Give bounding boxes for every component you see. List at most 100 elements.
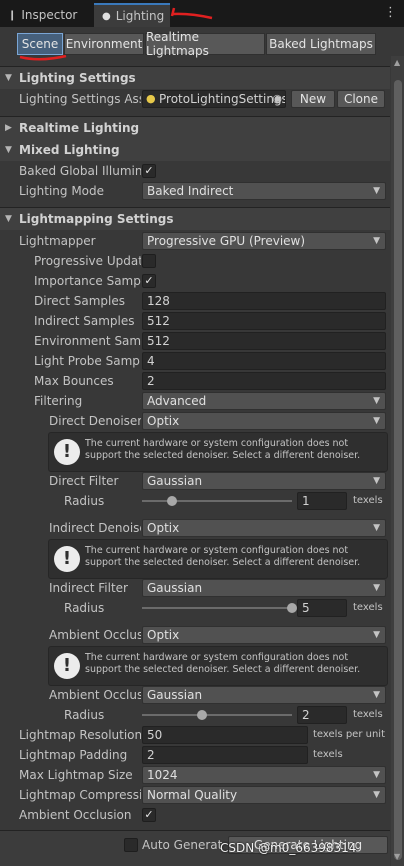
denoiser-warning-text: The current hardware or system configura… — [85, 438, 361, 461]
scroll-up-arrow-icon[interactable]: ▲ — [394, 58, 400, 67]
dropdown-arrow-icon: ▼ — [373, 186, 380, 196]
max-lightmap-size-dropdown[interactable]: 1024 ▼ — [142, 766, 386, 784]
lighting-mode-label: Lighting Mode — [19, 184, 105, 198]
ao-filter-dropdown[interactable]: Gaussian ▼ — [142, 686, 386, 704]
denoiser-warning-text: The current hardware or system configura… — [85, 545, 361, 568]
subtab-environment[interactable]: Environment — [64, 33, 144, 55]
section-mixed-lighting[interactable]: ▼ Mixed Lighting — [0, 139, 390, 161]
indirect-denoiser-label: Indirect Denoiser — [49, 521, 141, 535]
auto-generate-label: Auto Generate — [142, 838, 222, 852]
direct-filter-label: Direct Filter — [49, 474, 119, 488]
denoiser-warning-box: ! The current hardware or system configu… — [48, 539, 388, 579]
direct-filter-dropdown[interactable]: Gaussian ▼ — [142, 472, 386, 490]
dropdown-arrow-icon: ▼ — [373, 396, 380, 406]
indirect-samples-field[interactable]: 512 — [142, 312, 386, 330]
dropdown-arrow-icon: ▼ — [373, 770, 380, 780]
collapsed-triangle-icon: ▶ — [5, 123, 12, 133]
warning-icon: ! — [54, 439, 80, 465]
environment-samples-label: Environment Samples — [34, 334, 141, 348]
subtab-baked-lightmaps[interactable]: Baked Lightmaps — [266, 33, 376, 55]
importance-sampling-checkbox[interactable]: ✓ — [142, 274, 156, 288]
ambient-occlusion-label: Ambient Occlusion — [19, 808, 132, 822]
section-lighting-settings[interactable]: ▼ Lighting Settings — [0, 67, 390, 89]
object-picker-icon[interactable]: ◉ — [272, 91, 282, 107]
indirect-radius-slider-knob[interactable] — [287, 603, 297, 613]
indirect-radius-slider-track[interactable] — [142, 607, 292, 609]
lightmap-padding-unit: texels — [313, 749, 343, 760]
indirect-filter-value: Gaussian — [147, 581, 203, 595]
direct-radius-unit: texels — [353, 495, 383, 506]
max-bounces-field[interactable]: 2 — [142, 372, 386, 390]
direct-denoiser-value: Optix — [147, 414, 180, 428]
indirect-denoiser-value: Optix — [147, 521, 180, 535]
direct-radius-slider-knob[interactable] — [167, 496, 177, 506]
expanded-triangle-icon: ▼ — [5, 214, 12, 224]
lightmapper-dropdown[interactable]: Progressive GPU (Preview) ▼ — [142, 232, 386, 250]
max-bounces-label: Max Bounces — [34, 374, 114, 388]
indirect-samples-label: Indirect Samples — [34, 314, 135, 328]
section-realtime-lighting[interactable]: ▶ Realtime Lighting — [0, 117, 390, 139]
new-button[interactable]: New — [291, 90, 335, 108]
dropdown-arrow-icon: ▼ — [373, 790, 380, 800]
ao-filter-label: Ambient Occlusion Filter — [49, 688, 141, 702]
denoiser-warning-box: ! The current hardware or system configu… — [48, 646, 388, 686]
direct-radius-slider-track[interactable] — [142, 500, 292, 502]
progressive-updates-checkbox[interactable] — [142, 254, 156, 268]
lighting-settings-asset-value: ProtoLightingSettings — [159, 92, 286, 106]
filtering-dropdown[interactable]: Advanced ▼ — [142, 392, 386, 410]
light-probe-samples-field[interactable]: 4 — [142, 352, 386, 370]
dropdown-arrow-icon: ▼ — [373, 630, 380, 640]
direct-filter-value: Gaussian — [147, 474, 203, 488]
light-probe-samples-label: Light Probe Sample Multiplier — [34, 354, 141, 368]
lightmap-padding-label: Lightmap Padding — [19, 748, 128, 762]
direct-radius-field[interactable]: 1 — [297, 492, 347, 510]
filtering-value: Advanced — [147, 394, 207, 408]
section-title: Mixed Lighting — [19, 143, 120, 157]
section-title: Realtime Lighting — [19, 121, 140, 135]
filtering-label: Filtering — [34, 394, 83, 408]
ao-denoiser-dropdown[interactable]: Optix ▼ — [142, 626, 386, 644]
subtab-realtime-lightmaps[interactable]: Realtime Lightmaps — [145, 30, 265, 58]
lightmap-padding-field[interactable]: 2 — [142, 746, 308, 764]
max-lightmap-size-value: 1024 — [147, 768, 178, 782]
dropdown-arrow-icon: ▼ — [373, 416, 380, 426]
environment-samples-field[interactable]: 512 — [142, 332, 386, 350]
ao-radius-slider-knob[interactable] — [197, 710, 207, 720]
ambient-occlusion-checkbox[interactable]: ✓ — [142, 808, 156, 822]
direct-denoiser-dropdown[interactable]: Optix ▼ — [142, 412, 386, 430]
lighting-mode-dropdown[interactable]: Baked Indirect ▼ — [142, 182, 386, 200]
section-title: Lighting Settings — [19, 71, 136, 85]
subtab-baked-label: Baked Lightmaps — [269, 37, 373, 51]
indirect-radius-label: Radius — [64, 601, 105, 615]
direct-radius-label: Radius — [64, 494, 105, 508]
ao-radius-unit: texels — [353, 709, 383, 720]
lightmap-resolution-field[interactable]: 50 — [142, 726, 308, 744]
indirect-filter-dropdown[interactable]: Gaussian ▼ — [142, 579, 386, 597]
subtab-environment-label: Environment — [65, 37, 143, 51]
lightmap-resolution-unit: texels per unit — [313, 729, 385, 740]
annotation-stroke — [171, 12, 213, 20]
ao-radius-field[interactable]: 2 — [297, 706, 347, 724]
indirect-radius-field[interactable]: 5 — [297, 599, 347, 617]
denoiser-warning-box: ! The current hardware or system configu… — [48, 432, 388, 472]
lightmap-resolution-label: Lightmap Resolution — [19, 728, 141, 742]
lightmap-compression-value: Normal Quality — [147, 788, 238, 802]
section-lightmapping-settings[interactable]: ▼ Lightmapping Settings — [0, 208, 390, 230]
auto-generate-checkbox[interactable] — [124, 838, 138, 852]
dropdown-arrow-icon: ▼ — [373, 236, 380, 246]
scroll-down-arrow-icon[interactable]: ▼ — [394, 852, 400, 861]
subtab-scene[interactable]: Scene — [17, 33, 63, 55]
ao-denoiser-label: Ambient Occlusion Denoiser — [49, 628, 141, 642]
lighting-settings-asset-field[interactable]: ● ProtoLightingSettings ◉ — [142, 90, 286, 108]
expanded-triangle-icon: ▼ — [5, 73, 12, 83]
max-lightmap-size-label: Max Lightmap Size — [19, 768, 133, 782]
indirect-denoiser-dropdown[interactable]: Optix ▼ — [142, 519, 386, 537]
scrollbar-thumb[interactable] — [394, 80, 402, 860]
baked-gi-checkbox[interactable]: ✓ — [142, 164, 156, 178]
progressive-updates-label: Progressive Updates — [34, 254, 141, 268]
ao-radius-slider-track[interactable] — [142, 714, 292, 716]
lightmap-compression-dropdown[interactable]: Normal Quality ▼ — [142, 786, 386, 804]
ao-radius-label: Radius — [64, 708, 105, 722]
direct-samples-field[interactable]: 128 — [142, 292, 386, 310]
clone-button[interactable]: Clone — [337, 90, 385, 108]
